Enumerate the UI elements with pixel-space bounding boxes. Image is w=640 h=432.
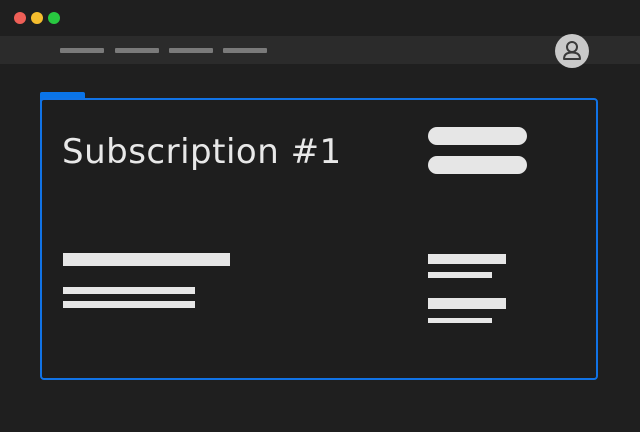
nav-item-4[interactable]	[223, 48, 267, 53]
subscription-title: Subscription #1	[62, 132, 342, 172]
nav-item-2[interactable]	[115, 48, 159, 53]
minimize-window-button[interactable]	[31, 12, 43, 24]
user-avatar-button[interactable]	[555, 34, 589, 68]
action-button-placeholder-2[interactable]	[428, 156, 527, 174]
nav-item-1[interactable]	[60, 48, 104, 53]
user-icon	[563, 41, 581, 60]
meta-value-placeholder-2	[428, 318, 492, 323]
detail-text-placeholder-1	[63, 287, 195, 294]
detail-text-placeholder-2	[63, 301, 195, 308]
meta-label-placeholder-1	[428, 254, 506, 264]
app-window: Subscription #1	[0, 0, 640, 432]
nav-item-3[interactable]	[169, 48, 213, 53]
maximize-window-button[interactable]	[48, 12, 60, 24]
detail-heading-placeholder	[63, 253, 230, 266]
action-button-placeholder-1[interactable]	[428, 127, 527, 145]
close-window-button[interactable]	[14, 12, 26, 24]
meta-label-placeholder-2	[428, 298, 506, 309]
title-bar	[0, 0, 640, 36]
meta-value-placeholder-1	[428, 272, 492, 278]
top-navigation	[0, 36, 640, 64]
